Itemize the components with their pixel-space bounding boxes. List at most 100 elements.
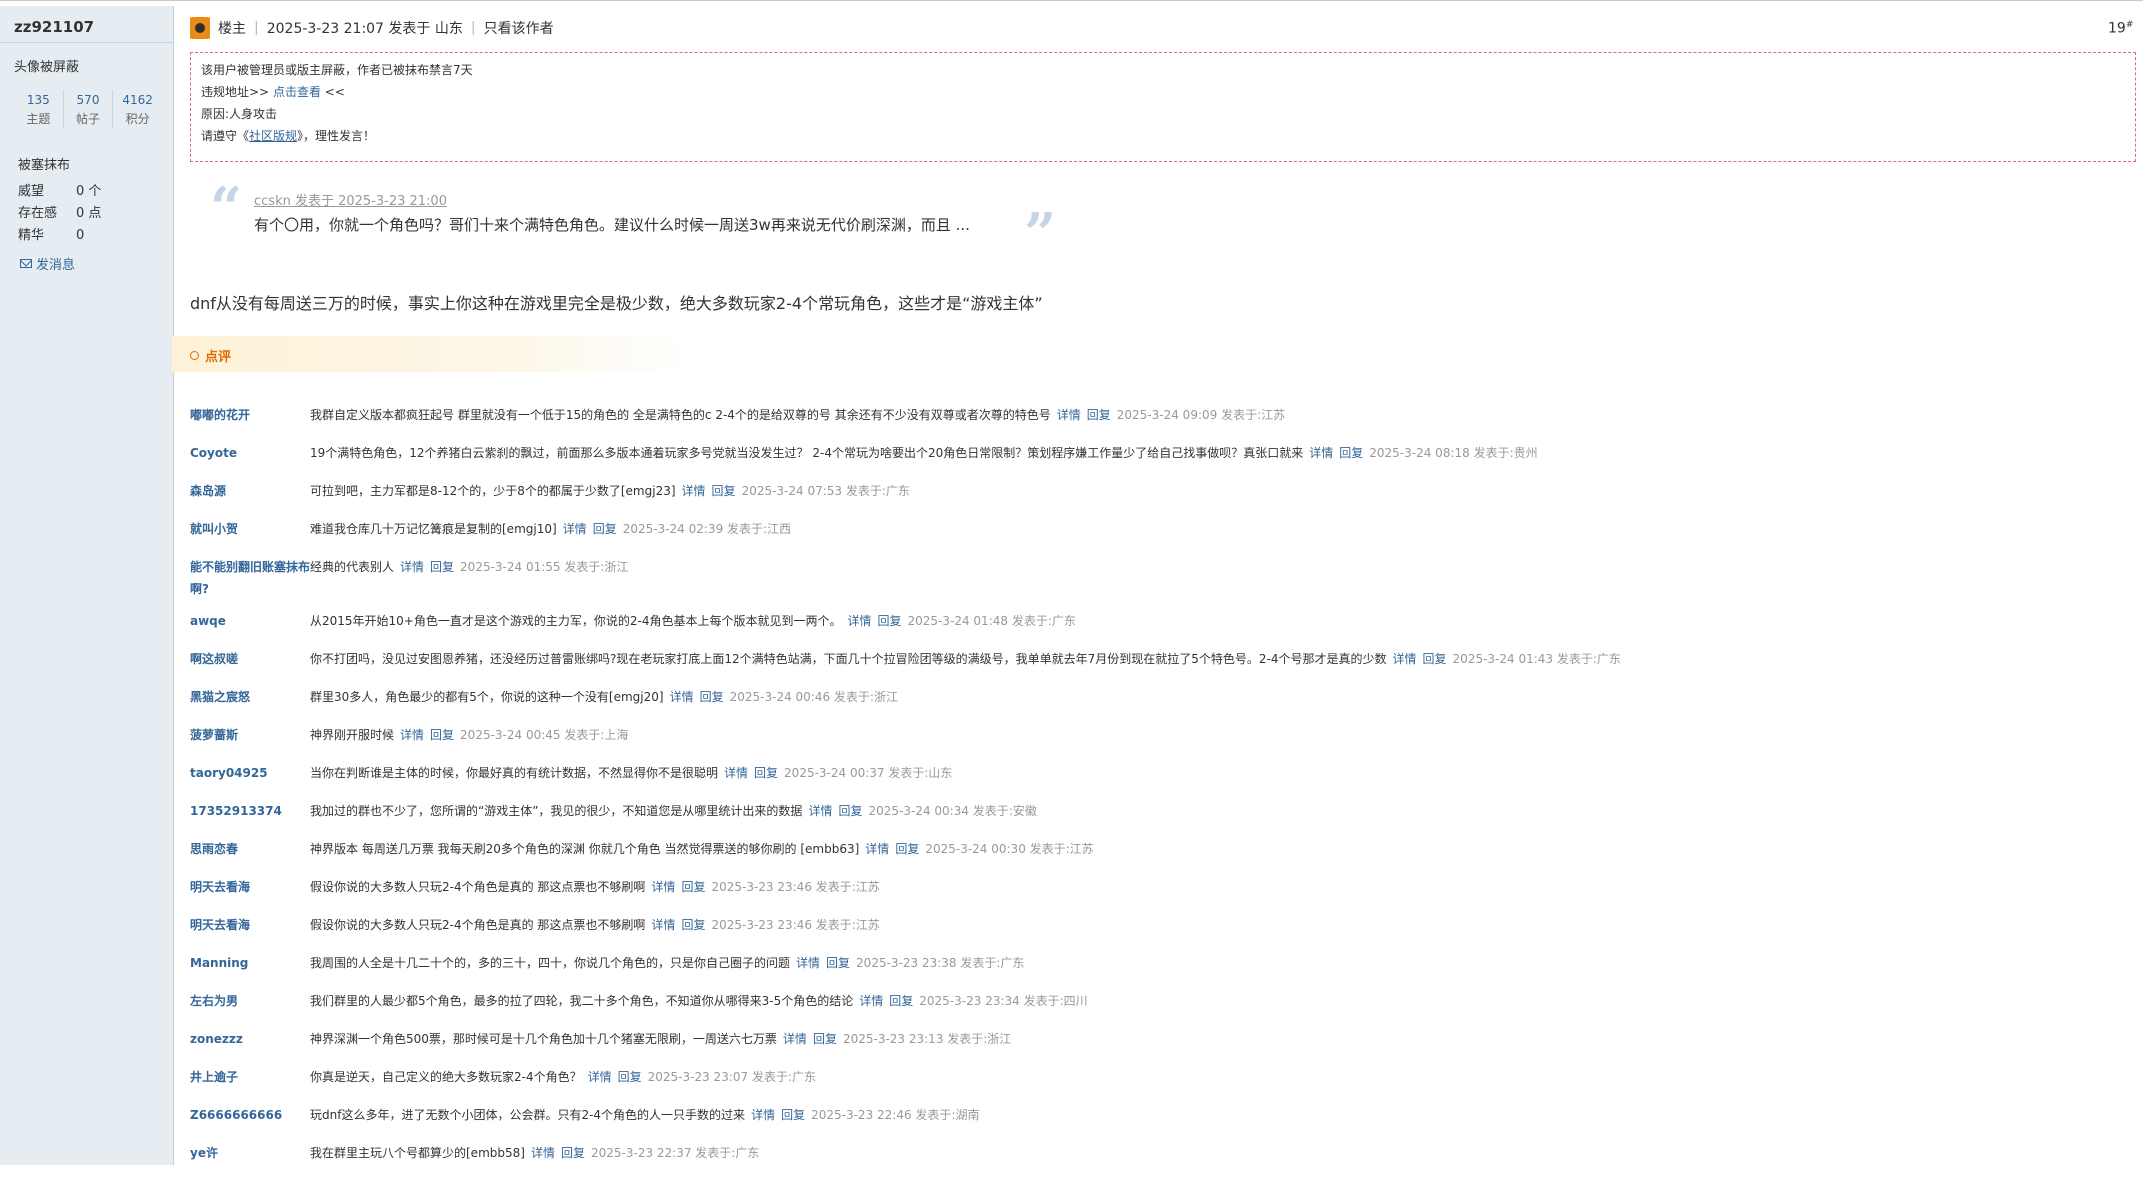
- comment-detail-link[interactable]: 详情: [1393, 648, 1417, 670]
- comment-reply-link[interactable]: 回复: [1339, 442, 1363, 464]
- comment-reply-link[interactable]: 回复: [877, 610, 901, 632]
- comment-detail-link[interactable]: 详情: [400, 724, 424, 746]
- community-rules-link[interactable]: 社区版规: [249, 129, 297, 143]
- comment-author[interactable]: 嘟嘟的花开: [190, 404, 310, 426]
- comment-author[interactable]: 思雨恋春: [190, 838, 310, 860]
- comment-detail-link[interactable]: 详情: [682, 480, 706, 502]
- comment-detail-link[interactable]: 详情: [1057, 404, 1081, 426]
- comment-detail-link[interactable]: 详情: [563, 518, 587, 540]
- comment-author[interactable]: 能不能别翻旧账塞抹布啊?: [190, 556, 310, 600]
- comment-author[interactable]: 就叫小贺: [190, 518, 310, 540]
- comment-author[interactable]: Manning: [190, 952, 310, 974]
- comment-author[interactable]: 森岛源: [190, 480, 310, 502]
- comment-row: Coyote 19个满特色角色，12个养猪白云紫刹的飘过，前面那么多版本通着玩家多…: [190, 442, 2140, 464]
- avatar-blocked-note: 头像被屏蔽: [14, 60, 80, 75]
- stat-points-label: 积分: [125, 112, 150, 126]
- comment-reply-link[interactable]: 回复: [826, 952, 850, 974]
- comment-reply-link[interactable]: 回复: [593, 518, 617, 540]
- comment-reply-link[interactable]: 回复: [681, 914, 705, 936]
- comment-author[interactable]: 井上逾子: [190, 1066, 310, 1088]
- comment-detail-link[interactable]: 详情: [531, 1142, 555, 1164]
- comment-detail-link[interactable]: 详情: [651, 876, 675, 898]
- comment-detail-link[interactable]: 详情: [670, 686, 694, 708]
- comment-reply-link[interactable]: 回复: [889, 990, 913, 1012]
- comment-detail-link[interactable]: 详情: [751, 1104, 775, 1126]
- thread-starter-label: 楼主: [218, 21, 246, 37]
- comment-reply-link[interactable]: 回复: [754, 762, 778, 784]
- view-violation-link[interactable]: 点击查看: [273, 85, 321, 99]
- comment-text: 经典的代表别人: [310, 560, 395, 574]
- comment-text: 可拉到吧，主力军都是8-12个的，少于8个的都属于少数了[emgj23]: [310, 484, 676, 498]
- comment-reply-link[interactable]: 回复: [1423, 648, 1447, 670]
- comment-reply-link[interactable]: 回复: [895, 838, 919, 860]
- top-divider: [0, 0, 2143, 7]
- comment-row: 明天去看海 假设你说的大多数人只玩2-4个角色是真的 那这点票也不够刷啊 详情 回复 2…: [190, 914, 2140, 936]
- comment-list: 嘟嘟的花开 我群自定义版本都疯狂起号 群里就没有一个低于15的角色的 全是满特色的…: [190, 404, 2140, 1180]
- comment-author[interactable]: 黑猫之宸怒: [190, 686, 310, 708]
- notice-line-reason: 原因:人身攻击: [201, 107, 278, 121]
- comment-detail-link[interactable]: 详情: [808, 800, 832, 822]
- send-message-link[interactable]: 发消息: [20, 254, 75, 273]
- comment-author[interactable]: 明天去看海: [190, 914, 310, 936]
- comment-author[interactable]: awqe: [190, 610, 310, 632]
- comment-time: 2025-3-24 01:55 发表于:浙江: [460, 560, 629, 574]
- comment-detail-link[interactable]: 详情: [847, 610, 871, 632]
- quote-meta-link[interactable]: ccskn 发表于 2025-3-23 21:00: [254, 190, 447, 209]
- comment-reply-link[interactable]: 回复: [618, 1066, 642, 1088]
- comment-author[interactable]: taory04925: [190, 762, 310, 784]
- stat-points[interactable]: 4162 积分: [113, 90, 162, 128]
- user-group: 被塞抹布: [18, 158, 71, 173]
- presence-label: 存在感: [18, 206, 58, 221]
- only-author-link[interactable]: 只看该作者: [484, 18, 554, 38]
- comment-time: 2025-3-24 01:48 发表于:广东: [907, 614, 1076, 628]
- comment-author[interactable]: 啊这叔嗟: [190, 648, 310, 670]
- comment-text: 你真是逆天，自己定义的绝大多数玩家2-4个角色？: [310, 1070, 582, 1084]
- comment-detail-link[interactable]: 详情: [400, 556, 424, 600]
- comment-reply-link[interactable]: 回复: [712, 480, 736, 502]
- comment-detail-link[interactable]: 详情: [796, 952, 820, 974]
- comments-header-band: [172, 336, 692, 372]
- comment-row: 井上逾子 你真是逆天，自己定义的绝大多数玩家2-4个角色？ 详情 回复 2025-3-2…: [190, 1066, 2140, 1088]
- author-sidebar: zz921107 头像被屏蔽 135 主题 570 帖子 4162 积分 被塞抹…: [0, 6, 174, 1165]
- thread-starter-icon: [190, 17, 210, 39]
- prestige-label: 威望: [18, 184, 45, 199]
- moderation-notice: 该用户被管理员或版主屏蔽，作者已被抹布禁言7天 违规地址>> 点击查看 << 原…: [190, 52, 2136, 162]
- comment-reply-link[interactable]: 回复: [838, 800, 862, 822]
- comment-author[interactable]: 17352913374: [190, 800, 310, 822]
- comment-author[interactable]: 明天去看海: [190, 876, 310, 898]
- comment-detail-link[interactable]: 详情: [859, 990, 883, 1012]
- comment-author[interactable]: zonezzz: [190, 1028, 310, 1050]
- stat-posts-num[interactable]: 570: [64, 90, 113, 110]
- comment-author[interactable]: ye许: [190, 1142, 310, 1164]
- comment-author[interactable]: Coyote: [190, 442, 310, 464]
- comment-detail-link[interactable]: 详情: [651, 914, 675, 936]
- comment-text: 玩dnf这么多年，进了无数个小团体，公会群。只有2-4个角色的人一只手数的过来: [310, 1108, 746, 1122]
- comment-detail-link[interactable]: 详情: [865, 838, 889, 860]
- comment-time: 2025-3-23 23:46 发表于:江苏: [711, 880, 880, 894]
- comment-text: 神界深渊一个角色500票，那时候可是十几个角色加十几个猪塞无限刷，一周送六七万票: [310, 1032, 777, 1046]
- comment-author[interactable]: 菠萝蔷斯: [190, 724, 310, 746]
- stat-posts[interactable]: 570 帖子: [64, 90, 114, 128]
- comment-reply-link[interactable]: 回复: [430, 724, 454, 746]
- floor-number[interactable]: 19#: [2108, 20, 2133, 37]
- comment-reply-link[interactable]: 回复: [681, 876, 705, 898]
- comment-time: 2025-3-23 23:46 发表于:江苏: [711, 918, 880, 932]
- stat-threads-num[interactable]: 135: [14, 90, 63, 110]
- comment-reply-link[interactable]: 回复: [781, 1104, 805, 1126]
- author-username[interactable]: zz921107: [14, 18, 94, 36]
- comment-detail-link[interactable]: 详情: [783, 1028, 807, 1050]
- stat-threads[interactable]: 135 主题: [14, 90, 64, 128]
- comment-reply-link[interactable]: 回复: [700, 686, 724, 708]
- comment-reply-link[interactable]: 回复: [1087, 404, 1111, 426]
- comment-author[interactable]: 左右为男: [190, 990, 310, 1012]
- comment-author[interactable]: Z6666666666: [190, 1104, 310, 1126]
- comment-reply-link[interactable]: 回复: [430, 556, 454, 600]
- comment-reply-link[interactable]: 回复: [561, 1142, 585, 1164]
- comment-detail-link[interactable]: 详情: [724, 762, 748, 784]
- comment-detail-link[interactable]: 详情: [1309, 442, 1333, 464]
- comment-detail-link[interactable]: 详情: [588, 1066, 612, 1088]
- comment-row: 森岛源 可拉到吧，主力军都是8-12个的，少于8个的都属于少数了[emgj23] 详…: [190, 480, 2140, 502]
- comment-reply-link[interactable]: 回复: [813, 1028, 837, 1050]
- stat-points-num[interactable]: 4162: [113, 90, 162, 110]
- comment-time: 2025-3-24 02:39 发表于:江西: [622, 522, 792, 536]
